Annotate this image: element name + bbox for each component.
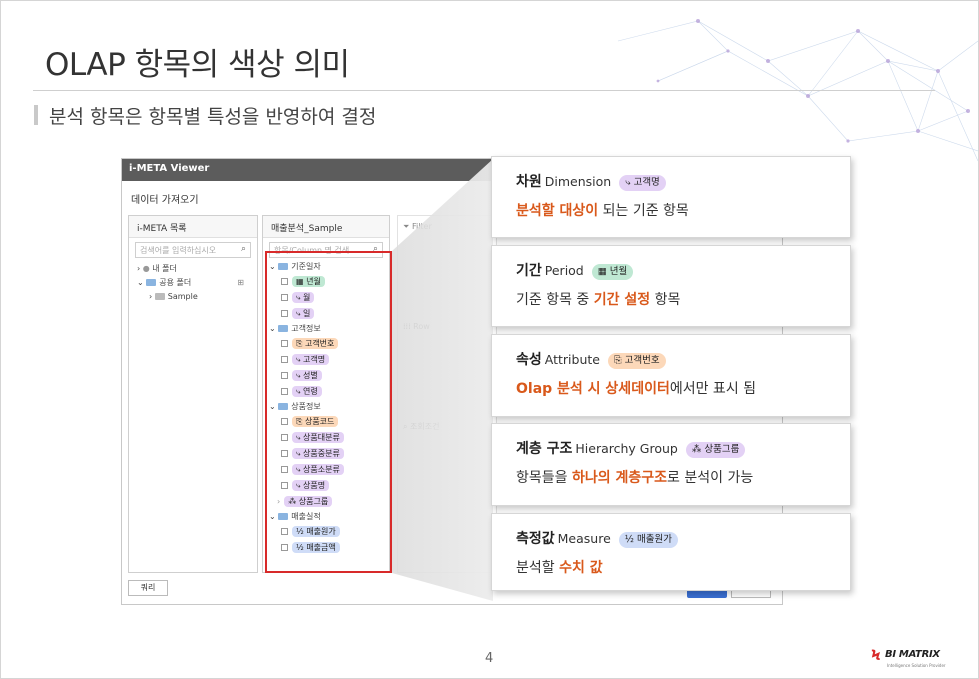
title-divider: [33, 90, 935, 91]
card-heading: 계층 구조 Hierarchy Group ⁂ 상품그룹: [516, 438, 850, 458]
card-desc-suffix: 되는 기준 항목: [598, 203, 689, 219]
card-desc-suffix: 에서만 표시 됨: [669, 381, 757, 397]
card-english-title: Measure: [557, 531, 611, 546]
page-subtitle: 분석 항목은 항목별 특성을 반영하여 결정: [49, 106, 377, 128]
dimension-icon: ⤷: [625, 176, 631, 188]
legend-card: 측정값 Measure ½ 매출원가분석할 수치 값: [491, 513, 851, 591]
card-desc-suffix: 로 분석이 가능: [667, 470, 754, 486]
legend-card: 속성 Attribute ⎘ 고객번호 Olap 분석 시 상세데이터에서만 표시 됨: [491, 334, 851, 417]
card-title: 계층 구조: [516, 441, 573, 457]
measure-icon: ½: [624, 533, 634, 545]
card-desc-prefix: 기준 항목 중: [516, 292, 594, 308]
card-title: 속성: [516, 352, 542, 368]
card-english-title: Hierarchy Group: [575, 441, 678, 456]
tree-item-my-folder[interactable]: › ● 내 폴더: [137, 262, 257, 276]
card-badge: ½ 매출원가: [618, 531, 678, 548]
card-desc-highlight: 기간 설정: [593, 292, 651, 308]
legend-card: 기간 Period ▦ 년월기준 항목 중 기간 설정 항목: [491, 245, 851, 327]
subtitle-marker: [34, 105, 38, 125]
meta-list-title: i-META 목록: [129, 216, 257, 238]
folder-icon: [154, 293, 165, 300]
hierarchy-icon: ⁂: [691, 443, 702, 455]
filter-section: [397, 215, 497, 573]
card-desc-prefix: 항목들을: [516, 470, 572, 486]
card-description: 항목들을 하나의 계층구조로 분석이 가능: [516, 467, 850, 487]
card-badge: ▦ 년월: [591, 263, 634, 280]
highlight-box: [265, 251, 392, 573]
card-desc-highlight: 수치 값: [559, 560, 603, 576]
tree-label: 내 폴더: [152, 264, 177, 273]
network-decoration: [617, 19, 978, 162]
page-number: 4: [485, 651, 494, 666]
card-heading: 측정값 Measure ½ 매출원가: [516, 528, 850, 548]
row-label: ⁞⁞⁞ Row: [403, 322, 430, 331]
card-title: 측정값: [516, 531, 555, 547]
card-description: Olap 분석 시 상세데이터에서만 표시 됨: [516, 378, 850, 398]
legend-card: 차원 Dimension ⤷ 고객명분석할 대상이 되는 기준 항목: [491, 156, 851, 238]
card-desc-highlight: 분석할 대상이: [516, 203, 599, 219]
card-badge-label: 상품그룹: [704, 443, 740, 455]
card-desc-suffix: 항목: [650, 292, 681, 308]
card-desc-highlight: Olap 분석 시 상세데이터: [516, 381, 670, 397]
card-badge-label: 고객명: [633, 176, 660, 188]
card-heading: 속성 Attribute ⎘ 고객번호: [516, 349, 850, 369]
search-icon[interactable]: ⌕: [241, 244, 246, 254]
card-title: 기간: [516, 263, 542, 279]
attribute-icon: ⎘: [613, 354, 622, 366]
filter-label-text: Filter: [411, 222, 432, 231]
card-badge: ⤷ 고객명: [619, 174, 666, 191]
tree-label: Sample: [167, 292, 198, 301]
card-badge-label: 매출원가: [637, 533, 672, 545]
legend-card: 계층 구조 Hierarchy Group ⁂ 상품그룹항목들을 하나의 계층구조로…: [491, 423, 851, 506]
card-english-title: Dimension: [544, 174, 612, 189]
condition-label: ⌕ 조회조건: [403, 422, 440, 431]
card-desc-prefix: 분석할: [516, 560, 560, 576]
row-label-text: Row: [413, 322, 430, 331]
item-list-title: 매출분석_Sample: [263, 216, 389, 238]
card-description: 분석할 수치 값: [516, 557, 850, 577]
card-desc-highlight: 하나의 계층구조: [571, 470, 668, 486]
card-description: 기준 항목 중 기간 설정 항목: [516, 289, 850, 309]
card-english-title: Attribute: [544, 352, 600, 367]
card-badge: ⁂ 상품그룹: [685, 441, 746, 458]
logo-name: BI MATRIX: [885, 649, 940, 660]
meta-list-panel: i-META 목록 검색어를 입력하십시오 ⌕ › ● 내 폴더 ⌄ 공용 폴더…: [128, 215, 258, 573]
card-description: 분석할 대상이 되는 기준 항목: [516, 200, 850, 220]
card-english-title: Period: [544, 263, 584, 278]
filter-label: ⏷ Filter: [403, 222, 432, 231]
card-badge: ⎘ 고객번호: [607, 352, 666, 369]
condition-label-text: 조회조건: [410, 422, 440, 431]
folder-icon: [146, 279, 157, 286]
tree-item-sample[interactable]: › Sample: [137, 290, 257, 304]
card-heading: 기간 Period ▦ 년월: [516, 260, 850, 280]
card-heading: 차원 Dimension ⤷ 고객명: [516, 171, 850, 191]
slide: OLAP 항목의 색상 의미 분석 항목은 항목별 특성을 반영하여 결정 i-…: [0, 0, 979, 679]
calendar-icon: ▦: [597, 265, 607, 277]
card-title: 차원: [516, 174, 542, 190]
meta-search-input[interactable]: 검색어를 입력하십시오 ⌕: [135, 242, 251, 258]
tree-label: 공용 폴더: [159, 278, 192, 287]
meta-search-placeholder: 검색어를 입력하십시오: [140, 246, 217, 255]
logo-mark-icon: Ϟ: [871, 648, 881, 664]
logo-tagline: Intelligence Solution Provider: [887, 663, 946, 668]
page-title: OLAP 항목의 색상 의미: [45, 47, 350, 83]
card-badge-label: 년월: [609, 265, 628, 277]
card-badge-label: 고객번호: [624, 354, 660, 366]
tree-item-shared-folder[interactable]: ⌄ 공용 폴더 ⊞: [137, 276, 257, 290]
company-logo: Ϟ BI MATRIX Intelligence Solution Provid…: [871, 646, 951, 672]
query-button[interactable]: 쿼리: [128, 580, 168, 596]
